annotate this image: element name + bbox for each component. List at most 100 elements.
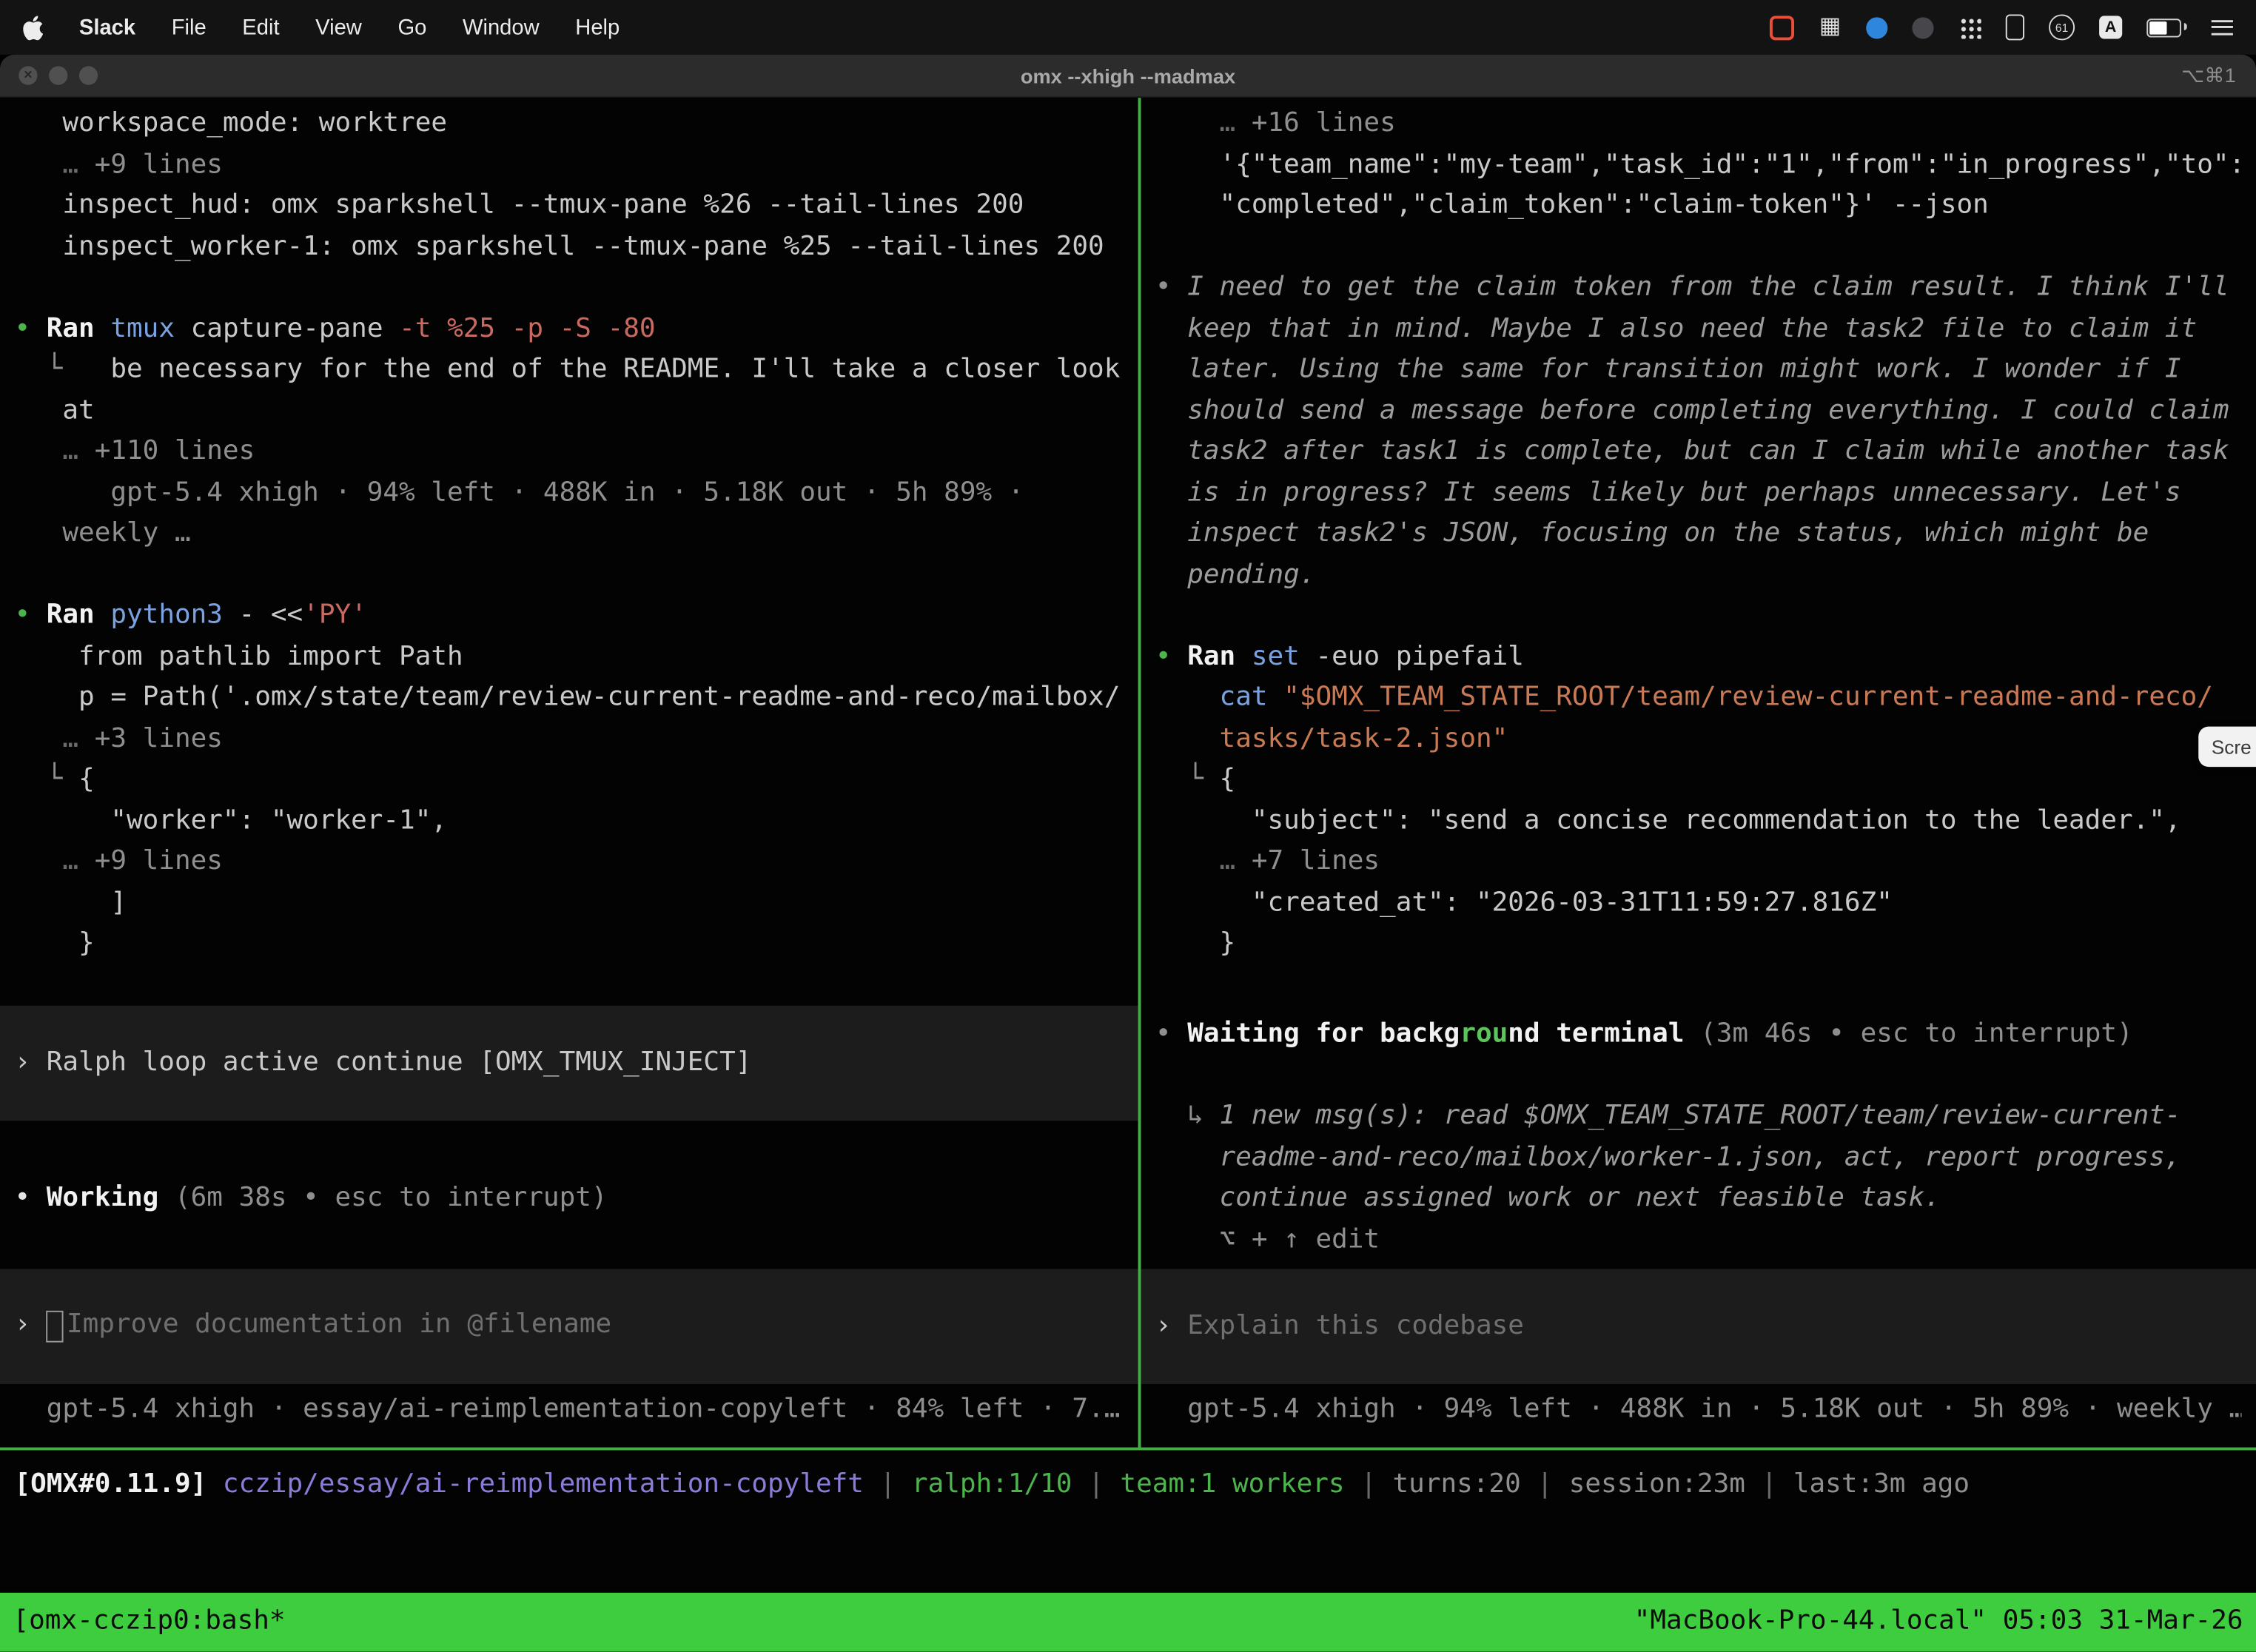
- screen-recording-indicator[interactable]: [1770, 15, 1794, 39]
- battery-ring-icon[interactable]: 61: [2049, 14, 2075, 40]
- tmux-status-bar: [omx-cczip0:bash* "MacBook-Pro-44.local"…: [0, 1593, 2256, 1652]
- menu-item-window[interactable]: Window: [463, 15, 540, 39]
- text-segment: 1 new msg(s): read $OMX_TEAM_STATE_ROOT/…: [1220, 1101, 2181, 1131]
- terminal-line: workspace_mode: worktree: [14, 104, 1124, 144]
- blue-app-icon[interactable]: [1866, 16, 1887, 38]
- text-segment: [14, 436, 62, 466]
- text-segment: •: [14, 313, 46, 343]
- text-segment: gpt-5.4 xhigh · essay/ai-reimplementatio…: [14, 1394, 1120, 1424]
- text-segment: +16 lines: [1252, 108, 1396, 138]
- text-segment: +9 lines: [95, 846, 223, 876]
- menu-item-file[interactable]: File: [172, 15, 207, 39]
- text-segment: ›: [14, 1306, 46, 1346]
- menu-item-help[interactable]: Help: [575, 15, 620, 39]
- pane-status-line: gpt-5.4 xhigh · 94% left · 488K in · 5.1…: [1155, 1390, 2242, 1431]
- text-segment: "worker": "worker-1",: [14, 805, 447, 836]
- terminal-line: inspect task2's JSON, focusing on the st…: [1155, 514, 2242, 554]
- terminal-line: '{"team_name":"my-team","task_id":"1","f…: [1155, 144, 2242, 185]
- text-segment: keep that in mind. Maybe I also need the…: [1155, 313, 2197, 343]
- text-segment: {: [1220, 764, 1236, 794]
- text-segment: readme-and-reco/mailbox/worker-1.json, a…: [1155, 1141, 2181, 1172]
- text-segment: [1155, 764, 1187, 794]
- text-segment: cczip/essay/ai-reimplementation-copyleft: [223, 1469, 864, 1500]
- text-segment: I need to get the claim token from the c…: [1187, 272, 2229, 302]
- text-segment: └: [47, 354, 63, 384]
- text-segment: is in progress? It seems likely but perh…: [1155, 477, 2181, 507]
- terminal-line: "completed","claim_token":"claim-token"}…: [1155, 186, 2242, 226]
- text-segment: [1155, 723, 1220, 753]
- menubar-menu-items: File Edit View Go Window Help: [172, 15, 620, 39]
- text-segment: [14, 149, 62, 179]
- spacer: [14, 1219, 1124, 1268]
- input-source-icon[interactable]: A: [2099, 16, 2122, 38]
- menu-item-edit[interactable]: Edit: [242, 15, 279, 39]
- prompt-input[interactable]: › Improve documentation in @filename: [0, 1269, 1138, 1384]
- text-segment: Ralph loop active continue [OMX_TMUX_INJ…: [47, 1043, 752, 1084]
- spacer: [1155, 596, 2242, 637]
- pane-divider-horizontal[interactable]: [0, 1448, 2256, 1451]
- text-segment: gpt-5.4 xhigh · 94% left · 488K in · 5.1…: [14, 477, 1024, 507]
- terminal-line: … +3 lines: [14, 719, 1124, 759]
- grid-app-icon[interactable]: [1819, 16, 1842, 38]
- screen-overlay-toast[interactable]: Scre: [2198, 727, 2256, 767]
- apple-menu-icon[interactable]: [23, 15, 43, 39]
- terminal-line: gpt-5.4 xhigh · 94% left · 488K in · 5.1…: [14, 473, 1124, 514]
- terminal-line: pending.: [1155, 554, 2242, 595]
- iphone-mirroring-icon[interactable]: [2006, 14, 2024, 40]
- text-segment: "subject": "send a concise recommendatio…: [1155, 805, 2181, 836]
- loop-status-band[interactable]: › Ralph loop active continue [OMX_TMUX_I…: [0, 1006, 1138, 1121]
- spacer: [14, 1121, 1124, 1178]
- text-segment: from pathlib import Path: [14, 641, 463, 671]
- text-segment: |: [1072, 1469, 1120, 1500]
- terminal-line: … +110 lines: [14, 432, 1124, 472]
- text-segment: +7 lines: [1252, 846, 1380, 876]
- text-segment: "created_at": "2026-03-31T11:59:27.816Z": [1155, 887, 1893, 917]
- menubar: Slack File Edit View Go Window Help 61 A: [0, 0, 2256, 55]
- text-segment: inspect_hud: omx sparkshell --tmux-pane …: [14, 190, 1024, 221]
- text-segment: •: [14, 1183, 46, 1213]
- text-segment: (3m 46s • esc to interrupt): [1700, 1018, 2133, 1049]
- text-segment: at: [14, 395, 94, 426]
- spacer: [14, 964, 1124, 1005]
- menu-item-view[interactable]: View: [315, 15, 362, 39]
- terminal-pane-right[interactable]: … +16 lines '{"team_name":"my-team","tas…: [1141, 98, 2256, 1447]
- menubar-app-name[interactable]: Slack: [79, 15, 135, 39]
- text-segment: |: [1345, 1469, 1393, 1500]
- text-segment: •: [1155, 1018, 1187, 1049]
- text-segment: Improve documentation in @filename: [67, 1306, 611, 1346]
- text-segment: last:3m ago: [1793, 1469, 1970, 1500]
- menu-lines-icon[interactable]: [2212, 19, 2233, 35]
- text-segment: cat: [1220, 682, 1284, 712]
- window-title: omx --xhigh --madmax: [0, 55, 2256, 96]
- menu-item-go[interactable]: Go: [397, 15, 426, 39]
- text-segment: 'PY': [303, 600, 367, 631]
- text-segment: └: [1187, 764, 1219, 794]
- text-segment: ↳: [1155, 1101, 1220, 1131]
- terminal-pane-left[interactable]: workspace_mode: worktree … +9 lines insp…: [0, 98, 1138, 1447]
- terminal-line: • Waiting for background terminal (3m 46…: [1155, 1014, 2242, 1055]
- text-segment: [1155, 108, 1220, 138]
- dark-app-icon[interactable]: [1912, 16, 1933, 38]
- text-segment: (6m 38s • esc to interrupt): [175, 1183, 608, 1213]
- text-segment: •: [14, 600, 46, 631]
- terminal-line: cat "$OMX_TEAM_STATE_ROOT/team/review-cu…: [1155, 678, 2242, 719]
- text-segment: -euo pipefail: [1315, 641, 1523, 671]
- text-segment: pending.: [1155, 559, 1316, 589]
- text-segment: later. Using the same for transition mig…: [1155, 354, 2181, 384]
- apps-grid-icon[interactable]: [1958, 16, 1981, 38]
- spacer: [1155, 1055, 2242, 1096]
- battery-icon[interactable]: [2146, 18, 2181, 36]
- terminal-line: tasks/task-2.json": [1155, 719, 2242, 759]
- terminal-line: task2 after task1 is complete, but can I…: [1155, 432, 2242, 472]
- terminal-line: readme-and-reco/mailbox/worker-1.json, a…: [1155, 1138, 2242, 1178]
- text-segment: [14, 846, 62, 876]
- text-segment: should send a message before completing …: [1155, 395, 2229, 426]
- terminal-line: • Working (6m 38s • esc to interrupt): [14, 1178, 1124, 1219]
- prompt-input[interactable]: › Explain this codebase: [1141, 1269, 2256, 1385]
- window-titlebar[interactable]: × omx --xhigh --madmax ⌥⌘1: [0, 55, 2256, 98]
- text-segment: turns:20: [1393, 1469, 1521, 1500]
- pane-status-line: gpt-5.4 xhigh · essay/ai-reimplementatio…: [14, 1389, 1124, 1430]
- text-segment: nd terminal: [1508, 1018, 1700, 1049]
- terminal-line: • Ran python3 - <<'PY': [14, 596, 1124, 637]
- text-segment: •: [1155, 641, 1187, 671]
